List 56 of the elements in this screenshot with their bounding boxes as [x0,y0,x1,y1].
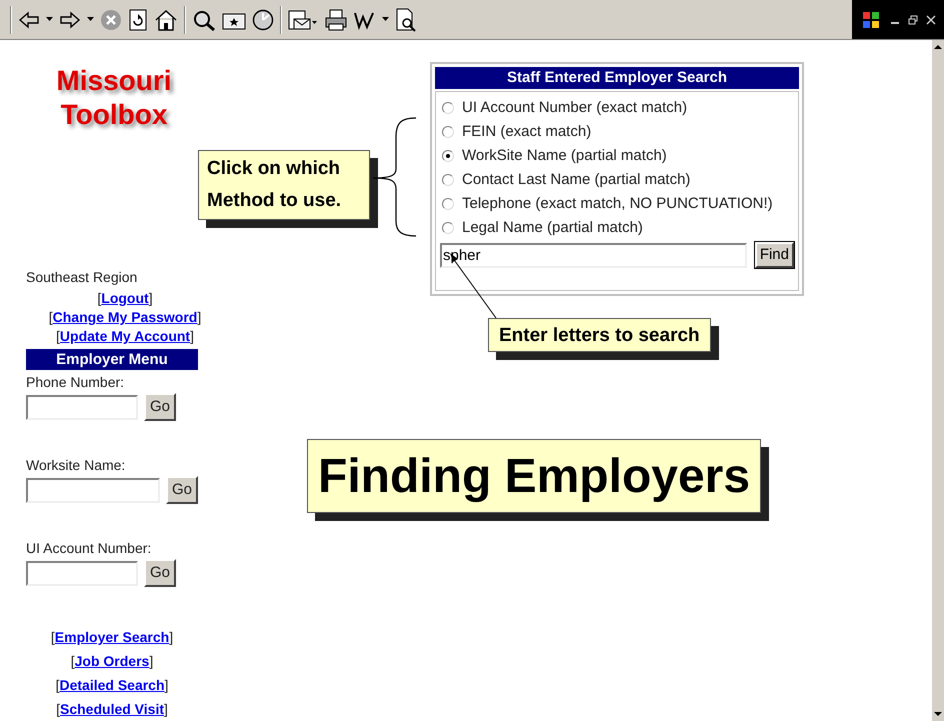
account-link[interactable]: [Change My Password] [48,309,202,325]
radio-button[interactable] [442,102,454,114]
input-field[interactable] [26,394,138,420]
find-button[interactable]: Find [754,242,794,268]
home-icon[interactable] [154,8,178,30]
forward-arrow-icon[interactable] [59,10,81,28]
scrollbar[interactable] [932,40,944,721]
option-label: Contact Last Name (partial match) [462,170,690,190]
account-link[interactable]: [Update My Account] [56,328,194,344]
go-button[interactable]: Go [144,559,176,587]
option-label: Legal Name (partial match) [462,218,643,238]
caret-icon[interactable] [382,17,389,22]
field-label: Worksite Name: [26,457,126,474]
input-field[interactable] [26,560,138,586]
option-label: WorkSite Name (partial match) [462,146,667,166]
windows-flag-icon [860,10,882,30]
go-button[interactable]: Go [166,476,198,504]
callout: Enter letters to search [488,318,711,352]
menu-link[interactable]: [Job Orders] [70,649,154,673]
menu-link[interactable]: [Scheduled Visit] [56,697,168,721]
caret-icon[interactable] [87,17,94,22]
radio-button[interactable] [442,198,454,210]
refresh-icon[interactable] [128,8,148,30]
go-button[interactable]: Go [144,393,176,421]
restore-icon[interactable] [908,14,918,24]
radio-button[interactable] [442,126,454,138]
option-label: FEIN (exact match) [462,122,592,142]
caret-icon[interactable] [46,17,53,22]
option-label: Telephone (exact match, NO PUNCTUATION!) [462,194,773,214]
mail-icon[interactable] [288,8,318,30]
printer-icon[interactable] [324,8,348,30]
menu-link[interactable]: [Employer Search] [50,625,174,649]
brace-icon [372,117,417,237]
field-label: UI Account Number: [26,540,152,557]
back-arrow-icon[interactable] [18,10,40,28]
menu-title: Employer Menu [26,349,198,370]
search-icon[interactable] [192,8,216,30]
headline: Finding Employers [307,439,762,513]
logo-text: Toolbox [60,98,168,132]
page-preview-icon[interactable] [395,8,417,32]
radio-button[interactable] [442,174,454,186]
radio-button[interactable] [442,222,454,234]
menu-link[interactable]: [Detailed Search] [56,673,168,697]
logo-text: Missouri [56,64,172,98]
callout: Click on which Method to use. [198,150,370,220]
history-clock-icon[interactable] [252,8,274,30]
input-field[interactable] [26,478,160,502]
panel-title: Staff Entered Employer Search [435,67,799,89]
stop-icon[interactable] [100,8,122,30]
field-label: Phone Number: [26,374,126,391]
account-link[interactable]: [Logout] [97,290,153,306]
close-icon[interactable] [926,14,936,24]
option-label: UI Account Number (exact match) [462,98,688,118]
radio-button[interactable] [442,150,454,162]
word-w-icon[interactable] [354,10,376,30]
region-label: Southeast Region [26,268,138,287]
